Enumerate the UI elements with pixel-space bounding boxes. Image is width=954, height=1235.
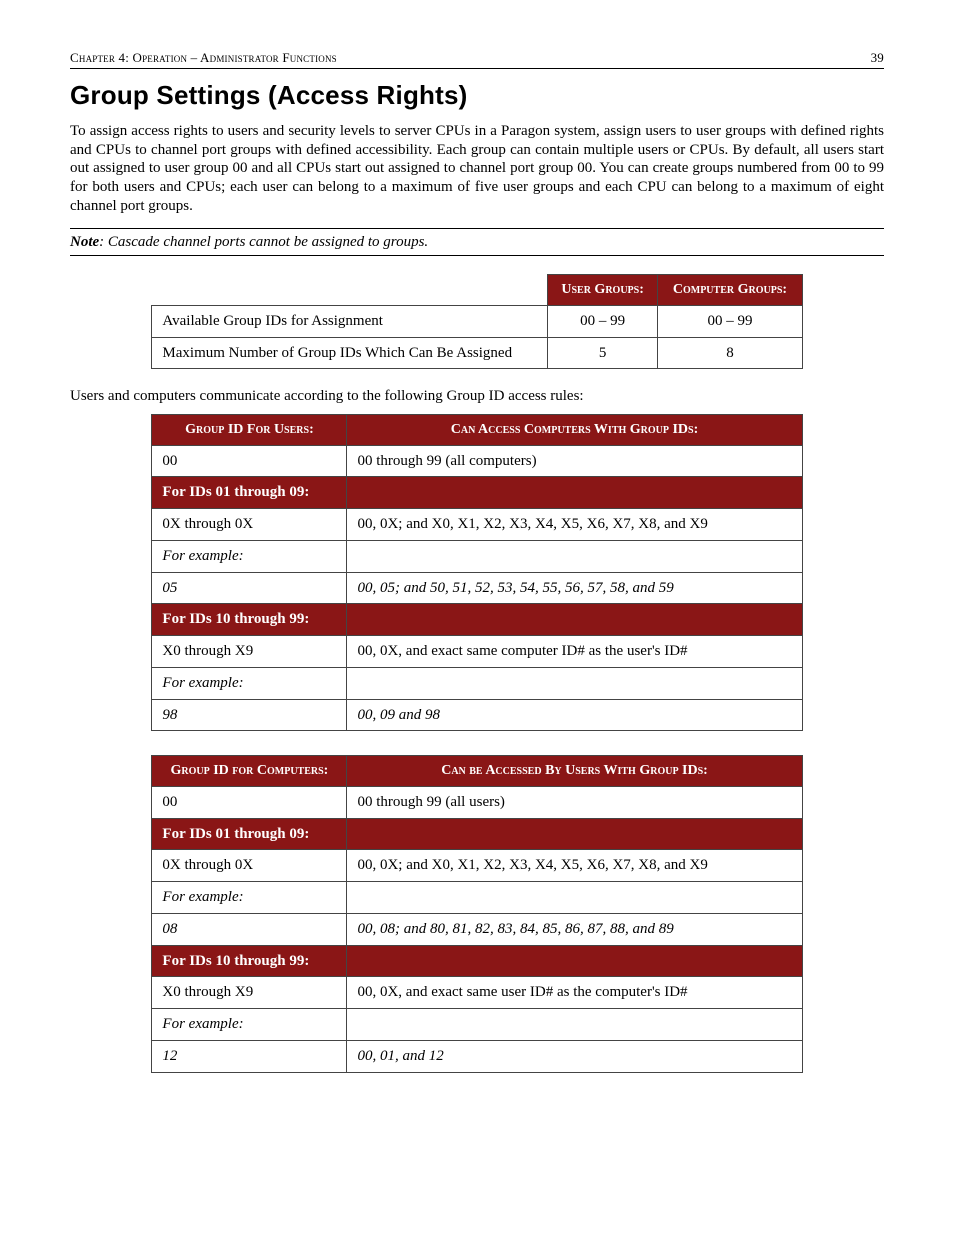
note-box: Note: Cascade channel ports cannot be as… bbox=[70, 228, 884, 257]
rules-cell: 00, 01, and 12 bbox=[347, 1040, 802, 1072]
table-row: For IDs 01 through 09: bbox=[152, 477, 802, 509]
rules-cell: 00 through 99 (all computers) bbox=[347, 445, 802, 477]
rules-cell: 00 through 99 (all users) bbox=[347, 786, 802, 818]
table-row: For example: bbox=[152, 1009, 802, 1041]
table-row: 0000 through 99 (all computers) bbox=[152, 445, 802, 477]
rules-cell: 12 bbox=[152, 1040, 347, 1072]
rules-cell: For IDs 01 through 09: bbox=[152, 818, 347, 850]
chapter-breadcrumb: Chapter 4: Operation – Administrator Fun… bbox=[70, 50, 337, 66]
page-header: Chapter 4: Operation – Administrator Fun… bbox=[70, 50, 884, 69]
rules-cell: For example: bbox=[152, 540, 347, 572]
table-row: 0800, 08; and 80, 81, 82, 83, 84, 85, 86… bbox=[152, 913, 802, 945]
summary-header-blank bbox=[152, 275, 548, 306]
table-row: For IDs 01 through 09: bbox=[152, 818, 802, 850]
rules-cell: 00, 08; and 80, 81, 82, 83, 84, 85, 86, … bbox=[347, 913, 802, 945]
rules-cell: 05 bbox=[152, 572, 347, 604]
table-row: 9800, 09 and 98 bbox=[152, 699, 802, 731]
rules-cell bbox=[347, 818, 802, 850]
computers-access-table: Group ID for Computers: Can be Accessed … bbox=[151, 755, 802, 1072]
table-row: For IDs 10 through 99: bbox=[152, 945, 802, 977]
rules-header-right: Can be Accessed By Users With Group IDs: bbox=[347, 756, 802, 787]
rules-cell: 00, 0X; and X0, X1, X2, X3, X4, X5, X6, … bbox=[347, 850, 802, 882]
rules-cell: X0 through X9 bbox=[152, 636, 347, 668]
rules-cell: 98 bbox=[152, 699, 347, 731]
rules-cell bbox=[347, 604, 802, 636]
rules-cell: 08 bbox=[152, 913, 347, 945]
summary-cell: 00 – 99 bbox=[658, 305, 802, 337]
rules-header-left: Group ID For Users: bbox=[152, 415, 347, 446]
intro-paragraph: To assign access rights to users and sec… bbox=[70, 122, 884, 216]
rules-cell: For IDs 01 through 09: bbox=[152, 477, 347, 509]
page-number: 39 bbox=[871, 50, 884, 66]
users-access-table: Group ID For Users: Can Access Computers… bbox=[151, 414, 802, 731]
rules-cell: For IDs 10 through 99: bbox=[152, 604, 347, 636]
rules-cell: For example: bbox=[152, 882, 347, 914]
table-row: For example: bbox=[152, 540, 802, 572]
table-row: 0X through 0X00, 0X; and X0, X1, X2, X3,… bbox=[152, 509, 802, 541]
rules-cell: 00 bbox=[152, 445, 347, 477]
table-row: Available Group IDs for Assignment 00 – … bbox=[152, 305, 802, 337]
table-row: 1200, 01, and 12 bbox=[152, 1040, 802, 1072]
rules-cell bbox=[347, 1009, 802, 1041]
rules-cell: For example: bbox=[152, 667, 347, 699]
rules-header-left: Group ID for Computers: bbox=[152, 756, 347, 787]
table-row: 0X through 0X00, 0X; and X0, X1, X2, X3,… bbox=[152, 850, 802, 882]
section-title: Group Settings (Access Rights) bbox=[70, 79, 884, 112]
rules-cell bbox=[347, 477, 802, 509]
rules-cell: 0X through 0X bbox=[152, 509, 347, 541]
summary-cell: 8 bbox=[658, 337, 802, 369]
summary-cell: Maximum Number of Group IDs Which Can Be… bbox=[152, 337, 548, 369]
rules-cell: 00, 05; and 50, 51, 52, 53, 54, 55, 56, … bbox=[347, 572, 802, 604]
rules-cell: 00, 0X; and X0, X1, X2, X3, X4, X5, X6, … bbox=[347, 509, 802, 541]
rules-header-right: Can Access Computers With Group IDs: bbox=[347, 415, 802, 446]
table-row: For IDs 10 through 99: bbox=[152, 604, 802, 636]
table-row: 0000 through 99 (all users) bbox=[152, 786, 802, 818]
note-text: : Cascade channel ports cannot be assign… bbox=[99, 234, 428, 250]
table-row: For example: bbox=[152, 882, 802, 914]
table-row: Maximum Number of Group IDs Which Can Be… bbox=[152, 337, 802, 369]
rules-cell: 00 bbox=[152, 786, 347, 818]
note-label: Note bbox=[70, 234, 99, 250]
rules-cell: 00, 0X, and exact same computer ID# as t… bbox=[347, 636, 802, 668]
table-row: X0 through X900, 0X, and exact same comp… bbox=[152, 636, 802, 668]
rules-cell bbox=[347, 540, 802, 572]
summary-table: User Groups: Computer Groups: Available … bbox=[151, 274, 802, 369]
rules-cell bbox=[347, 882, 802, 914]
table-row: X0 through X900, 0X, and exact same user… bbox=[152, 977, 802, 1009]
rules-cell bbox=[347, 945, 802, 977]
summary-cell: Available Group IDs for Assignment bbox=[152, 305, 548, 337]
summary-cell: 00 – 99 bbox=[547, 305, 657, 337]
rules-cell: For IDs 10 through 99: bbox=[152, 945, 347, 977]
summary-cell: 5 bbox=[547, 337, 657, 369]
table-row: 0500, 05; and 50, 51, 52, 53, 54, 55, 56… bbox=[152, 572, 802, 604]
rules-cell: For example: bbox=[152, 1009, 347, 1041]
summary-header-computer: Computer Groups: bbox=[658, 275, 802, 306]
page-content: Chapter 4: Operation – Administrator Fun… bbox=[70, 50, 884, 1073]
rules-intro: Users and computers communicate accordin… bbox=[70, 387, 884, 406]
summary-header-user: User Groups: bbox=[547, 275, 657, 306]
table-row: For example: bbox=[152, 667, 802, 699]
rules-cell: 0X through 0X bbox=[152, 850, 347, 882]
rules-cell: X0 through X9 bbox=[152, 977, 347, 1009]
rules-cell bbox=[347, 667, 802, 699]
rules-cell: 00, 09 and 98 bbox=[347, 699, 802, 731]
rules-cell: 00, 0X, and exact same user ID# as the c… bbox=[347, 977, 802, 1009]
